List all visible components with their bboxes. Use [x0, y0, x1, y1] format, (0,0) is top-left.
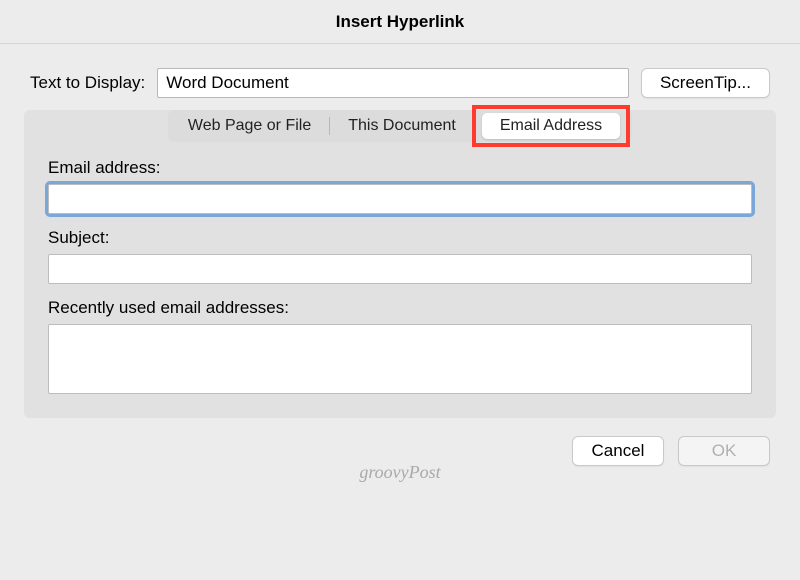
tab-web-page-or-file[interactable]: Web Page or File: [170, 113, 329, 139]
recent-addresses-list[interactable]: [48, 324, 752, 394]
email-address-field: Email address:: [48, 158, 752, 214]
hyperlink-panel: Web Page or File This Document Email Add…: [24, 110, 776, 418]
tab-group: Web Page or File This Document Email Add…: [168, 110, 632, 142]
dialog-title: Insert Hyperlink: [336, 12, 465, 32]
dialog-footer: Cancel OK: [0, 418, 800, 466]
email-address-input[interactable]: [48, 184, 752, 214]
subject-field: Subject:: [48, 228, 752, 284]
tab-this-document[interactable]: This Document: [330, 113, 474, 139]
annotation-highlight: Email Address: [472, 105, 630, 147]
text-to-display-label: Text to Display:: [30, 73, 145, 93]
text-to-display-input[interactable]: [157, 68, 629, 98]
screentip-button[interactable]: ScreenTip...: [641, 68, 770, 98]
subject-label: Subject:: [48, 228, 752, 248]
text-to-display-row: Text to Display: ScreenTip...: [0, 44, 800, 116]
ok-button[interactable]: OK: [678, 436, 770, 466]
cancel-button[interactable]: Cancel: [572, 436, 664, 466]
recent-addresses-label: Recently used email addresses:: [48, 298, 752, 318]
email-address-label: Email address:: [48, 158, 752, 178]
tab-bar: Web Page or File This Document Email Add…: [48, 110, 752, 158]
dialog-titlebar: Insert Hyperlink: [0, 0, 800, 44]
tab-email-address[interactable]: Email Address: [482, 113, 620, 139]
recent-addresses-field: Recently used email addresses:: [48, 298, 752, 394]
subject-input[interactable]: [48, 254, 752, 284]
